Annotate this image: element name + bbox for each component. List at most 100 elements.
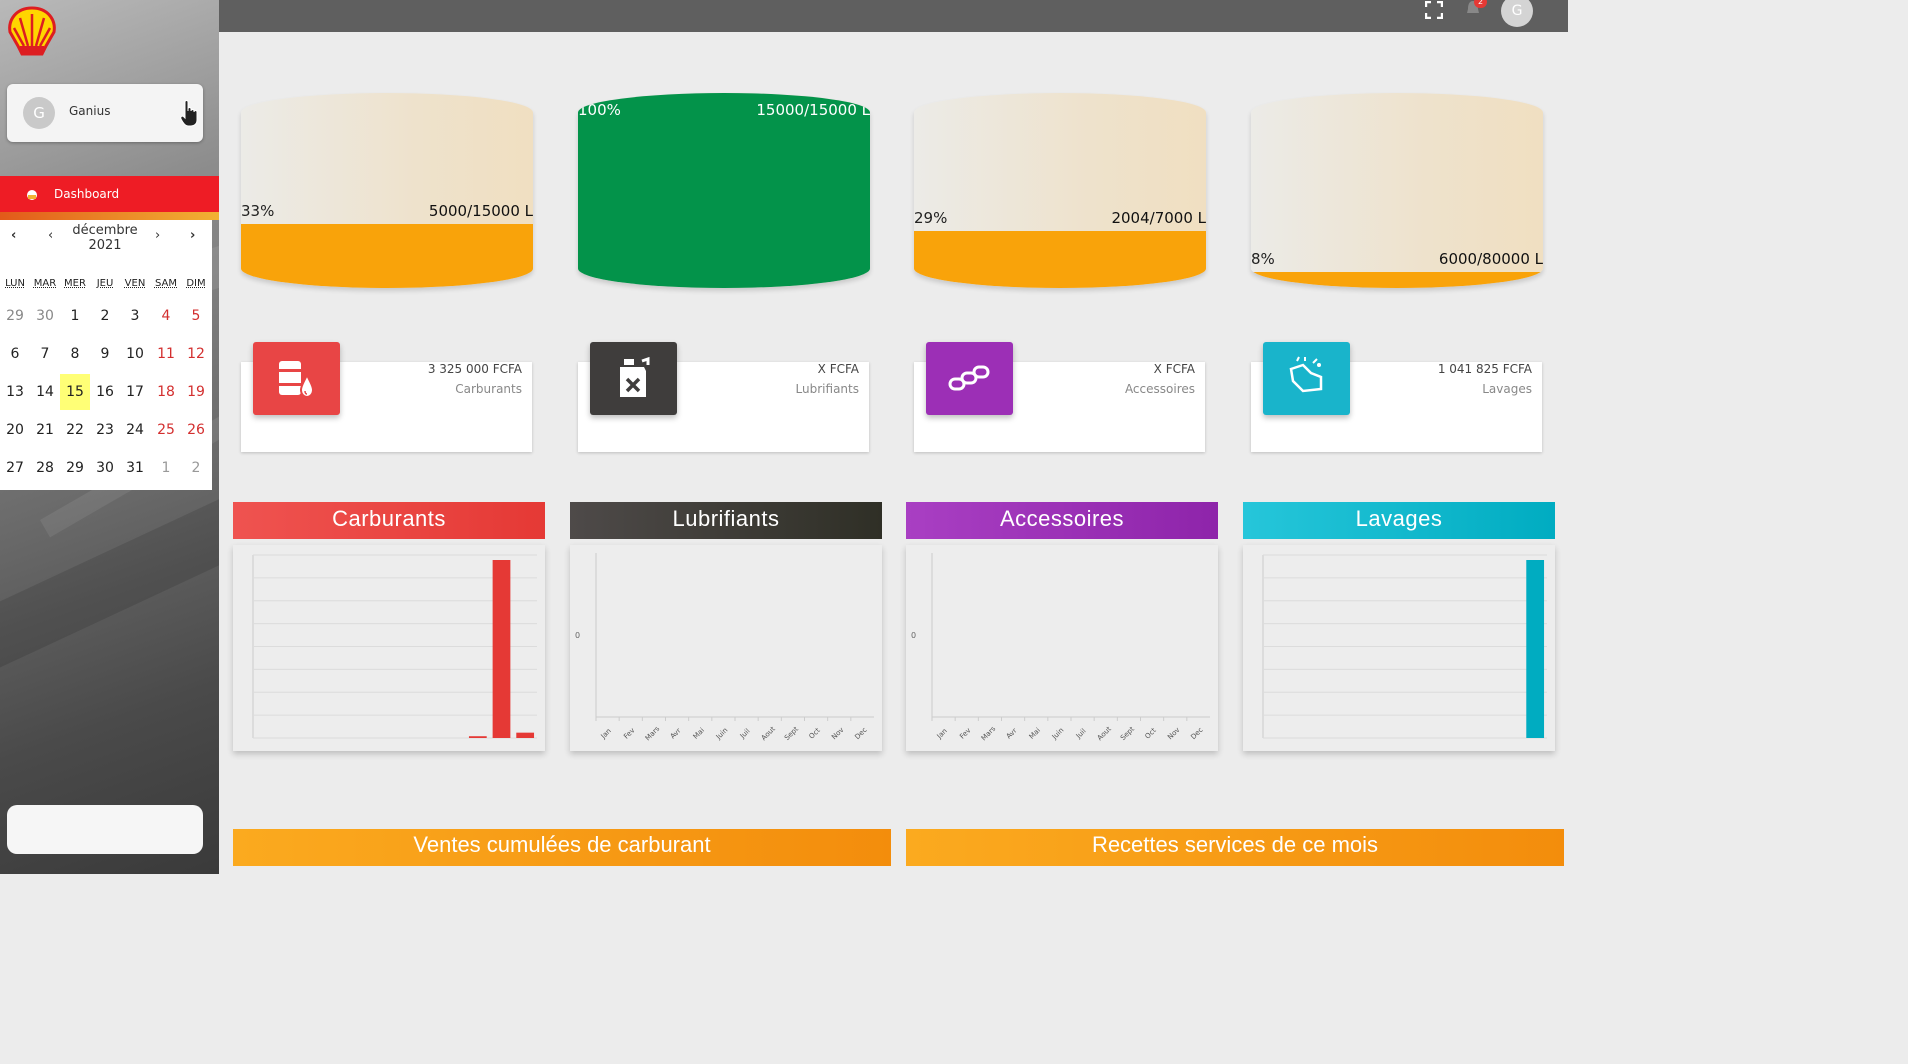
- sidebar-item-dashboard[interactable]: Dashboard: [0, 176, 219, 212]
- kpi-amount: X FCFA: [1153, 362, 1195, 376]
- calendar-day[interactable]: 19: [181, 374, 211, 410]
- calendar-day[interactable]: 7: [30, 336, 60, 372]
- calendar-day[interactable]: 4: [151, 298, 181, 334]
- calendar-day[interactable]: 1: [151, 450, 181, 486]
- calendar-month-label[interactable]: décembre 2021: [60, 223, 150, 253]
- chart-bar[interactable]: [468, 736, 487, 738]
- calendar-next-year-button[interactable]: ›: [190, 228, 195, 243]
- x-tick-label: Avr: [669, 727, 683, 741]
- x-tick-label: Jan: [935, 727, 949, 741]
- x-tick-label: Avr: [1005, 727, 1019, 741]
- calendar-day[interactable]: 15: [60, 374, 90, 410]
- calendar-day[interactable]: 14: [30, 374, 60, 410]
- dashboard-icon: [26, 188, 38, 200]
- user-card[interactable]: G Ganius: [7, 84, 203, 142]
- bar-chart: 0 Jan Fev Mars Avr Mai Juin Juil Aout Sept Oct Nov D…: [575, 553, 874, 743]
- tank-fill-level: [914, 231, 1206, 288]
- chart-panel: 0 Jan Fev Mars Avr Mai Juin Juil Aout Sept Oct Nov D…: [906, 545, 1218, 751]
- calendar-day[interactable]: 25: [151, 412, 181, 448]
- calendar-day[interactable]: 6: [0, 336, 30, 372]
- oil-can-icon: [590, 342, 677, 415]
- calendar-prev-month-button[interactable]: ‹: [48, 228, 53, 243]
- calendar-day[interactable]: 8: [60, 336, 90, 372]
- calendar-prev-year-button[interactable]: ‹: [11, 228, 16, 243]
- tank-fill-level: [578, 93, 870, 288]
- sidebar-item-label: Dashboard: [54, 187, 120, 201]
- tank-volume: 15000/15000 L: [756, 101, 870, 119]
- calendar-day[interactable]: 16: [90, 374, 120, 410]
- calendar-day[interactable]: 30: [30, 298, 60, 334]
- calendar-day[interactable]: 9: [90, 336, 120, 372]
- calendar-day[interactable]: 11: [151, 336, 181, 372]
- user-avatar: G: [23, 97, 55, 129]
- chart-title: Lubrifiants: [570, 502, 882, 539]
- x-tick-label: Fev: [958, 726, 972, 740]
- calendar-day[interactable]: 21: [30, 412, 60, 448]
- user-name: Ganius: [69, 104, 111, 118]
- x-tick-label: Sept: [1119, 725, 1136, 742]
- calendar-day[interactable]: 23: [90, 412, 120, 448]
- fullscreen-icon[interactable]: [1424, 0, 1444, 20]
- shell-logo[interactable]: [6, 6, 58, 56]
- calendar-day[interactable]: 20: [0, 412, 30, 448]
- fuel-tank-gauge: 8% 6000/80000 L: [1251, 93, 1543, 288]
- calendar-day[interactable]: 29: [0, 298, 30, 334]
- sidebar-accent: [0, 212, 219, 220]
- x-tick-label: Fev: [622, 726, 636, 740]
- x-tick-label: Nov: [1166, 726, 1181, 741]
- fuel-tank-gauge: 29% 2004/7000 L: [914, 93, 1206, 288]
- calendar-day[interactable]: 18: [151, 374, 181, 410]
- calendar-day[interactable]: 31: [120, 450, 150, 486]
- calendar-weekday: MAR: [33, 278, 57, 289]
- calendar-next-month-button[interactable]: ›: [155, 228, 160, 243]
- x-tick-label: Oct: [808, 726, 822, 740]
- chart-bar[interactable]: [1526, 560, 1545, 738]
- kpi-category: Carburants: [455, 382, 522, 396]
- calendar-day[interactable]: 27: [0, 450, 30, 486]
- avatar[interactable]: G: [1501, 0, 1533, 27]
- chart-title: Accessoires: [906, 502, 1218, 539]
- chart-panel: [1243, 545, 1555, 751]
- calendar-day[interactable]: 29: [60, 450, 90, 486]
- calendar-day[interactable]: 2: [181, 450, 211, 486]
- calendar-day[interactable]: 13: [0, 374, 30, 410]
- sidebar-footer-panel: [7, 805, 203, 854]
- chart-title: Lavages: [1243, 502, 1555, 539]
- chart-bar[interactable]: [516, 732, 535, 738]
- chart-title: Carburants: [233, 502, 545, 539]
- x-tick-label: Oct: [1144, 726, 1158, 740]
- calendar-day[interactable]: 3: [120, 298, 150, 334]
- calendar-day[interactable]: 26: [181, 412, 211, 448]
- chart-panel: 0 Jan Fev Mars Avr Mai Juin Juil Aout Sept Oct Nov D…: [570, 545, 882, 751]
- calendar-day[interactable]: 30: [90, 450, 120, 486]
- sidebar: G Ganius Dashboard ‹ ‹ décembre 2021 › ›…: [0, 0, 219, 874]
- calendar-weekday: VEN: [124, 278, 146, 289]
- calendar-month: décembre: [72, 223, 138, 238]
- tank-volume: 2004/7000 L: [1111, 209, 1206, 228]
- tank-percent: 33%: [241, 201, 275, 220]
- kpi-category: Accessoires: [1124, 382, 1195, 396]
- x-tick-label: Mars: [644, 725, 662, 743]
- fuel-barrel-icon: [253, 342, 340, 415]
- calendar-day[interactable]: 12: [181, 336, 211, 372]
- calendar-day[interactable]: 24: [120, 412, 150, 448]
- x-tick-label: Mai: [692, 726, 706, 740]
- calendar-day[interactable]: 10: [120, 336, 150, 372]
- x-tick-label: Mai: [1028, 726, 1042, 740]
- tank-percent: 8%: [1251, 250, 1275, 269]
- calendar-day[interactable]: 22: [60, 412, 90, 448]
- calendar-day[interactable]: 1: [60, 298, 90, 334]
- chain-icon: [926, 342, 1013, 415]
- car-wash-icon: [1263, 342, 1350, 415]
- chart-bar[interactable]: [492, 560, 511, 738]
- y-tick-label: 0: [575, 631, 580, 640]
- bar-chart: 0 Jan Fev Mars Avr Mai Juin Juil Aout Sept Oct Nov D…: [911, 553, 1210, 742]
- calendar-day[interactable]: 17: [120, 374, 150, 410]
- monthly-services-revenue-header: Recettes services de ce mois: [906, 829, 1564, 866]
- notification-badge: 2: [1474, 0, 1487, 8]
- calendar-weekday: LUN: [5, 278, 25, 289]
- bar-chart: [252, 554, 537, 739]
- calendar-day[interactable]: 28: [30, 450, 60, 486]
- calendar-day[interactable]: 5: [181, 298, 211, 334]
- calendar-day[interactable]: 2: [90, 298, 120, 334]
